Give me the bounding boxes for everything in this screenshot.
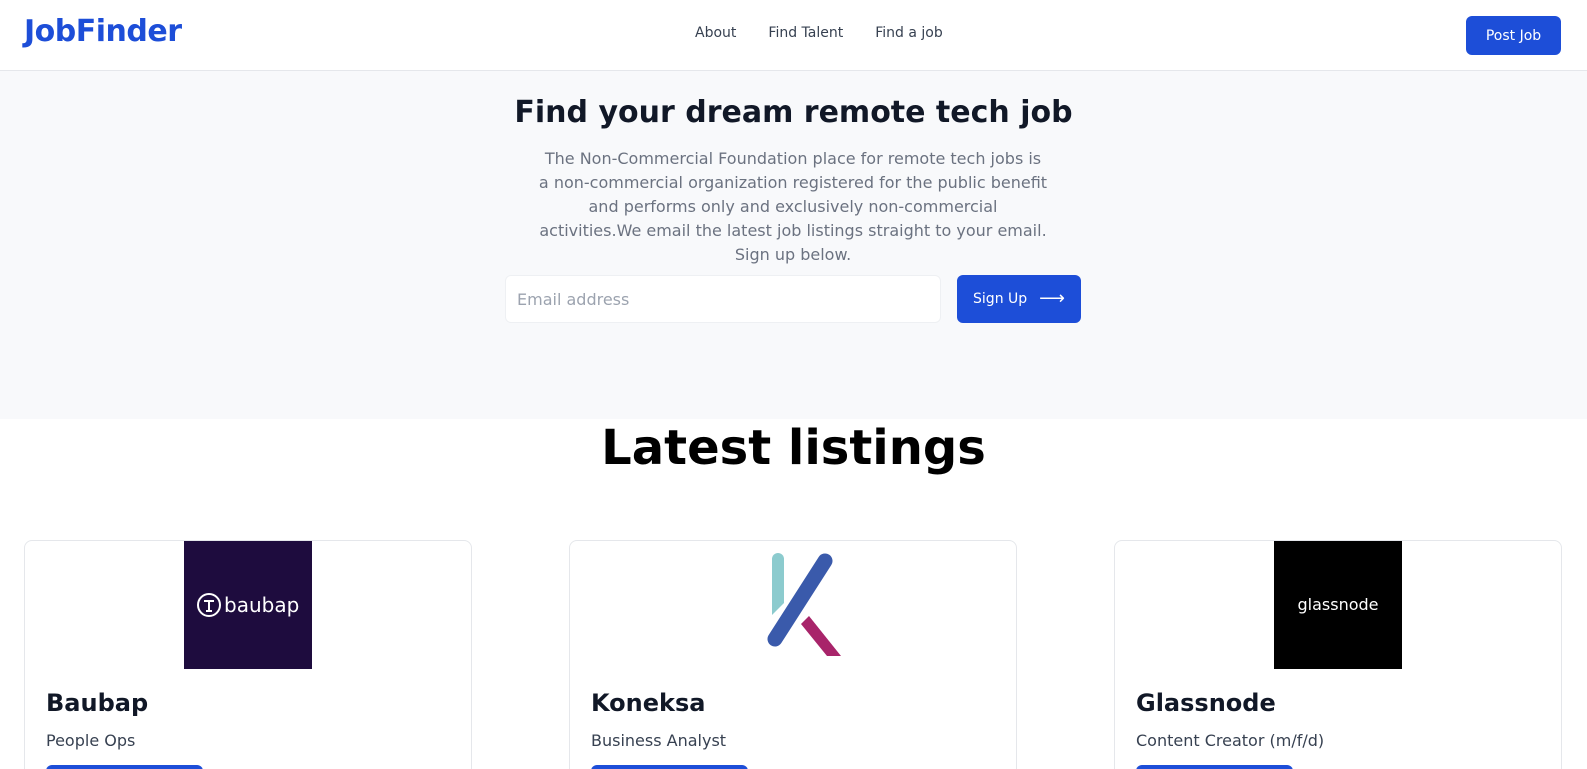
signup-button[interactable]: Sign Up ⟶ <box>957 275 1081 323</box>
nav-link-about[interactable]: About <box>695 25 736 41</box>
job-role: Content Creator (m/f/d) <box>1136 731 1325 750</box>
glassnode-logo: glassnode <box>1274 541 1402 669</box>
view-job-button[interactable] <box>591 765 748 769</box>
job-card-koneksa[interactable]: Koneksa Business Analyst <box>569 540 1017 769</box>
email-input[interactable] <box>505 275 941 323</box>
hero-description: The Non-Commercial Foundation place for … <box>538 149 1048 264</box>
arrow-right-icon: ⟶ <box>1039 288 1065 309</box>
job-card-glassnode[interactable]: glassnode Glassnode Content Creator (m/f… <box>1114 540 1562 769</box>
site-header: JobFinder About Find Talent Find a job P… <box>0 0 1587 71</box>
signup-label: Sign Up <box>973 291 1028 307</box>
main-nav: About Find Talent Find a job <box>695 25 943 41</box>
baubap-logo: baubap <box>184 541 312 669</box>
koneksa-logo <box>729 541 857 669</box>
glassnode-logo-text: glassnode <box>1297 595 1378 614</box>
koneksa-k-mark <box>767 553 841 656</box>
post-job-button[interactable]: Post Job <box>1466 16 1561 55</box>
view-job-button[interactable] <box>1136 765 1293 769</box>
job-card-baubap[interactable]: baubap Baubap People Ops <box>24 540 472 769</box>
nav-link-find-talent[interactable]: Find Talent <box>768 25 843 41</box>
job-role: Business Analyst <box>591 731 727 750</box>
company-name: Baubap <box>46 689 149 717</box>
listings-title: Latest listings <box>601 420 986 476</box>
view-job-button[interactable] <box>46 765 203 769</box>
baubap-wordmark: baubap <box>197 593 299 617</box>
hero-section: Find your dream remote tech job The Non-… <box>0 71 1587 419</box>
hero-title: Find your dream remote tech job <box>514 95 1073 130</box>
glassnode-wordmark: glassnode <box>1297 595 1378 614</box>
company-name: Glassnode <box>1136 689 1276 717</box>
baubap-logo-text: baubap <box>224 593 299 617</box>
nav-link-find-a-job[interactable]: Find a job <box>875 25 943 41</box>
job-role: People Ops <box>46 731 136 750</box>
site-logo[interactable]: JobFinder <box>24 14 182 49</box>
company-name: Koneksa <box>591 689 706 717</box>
